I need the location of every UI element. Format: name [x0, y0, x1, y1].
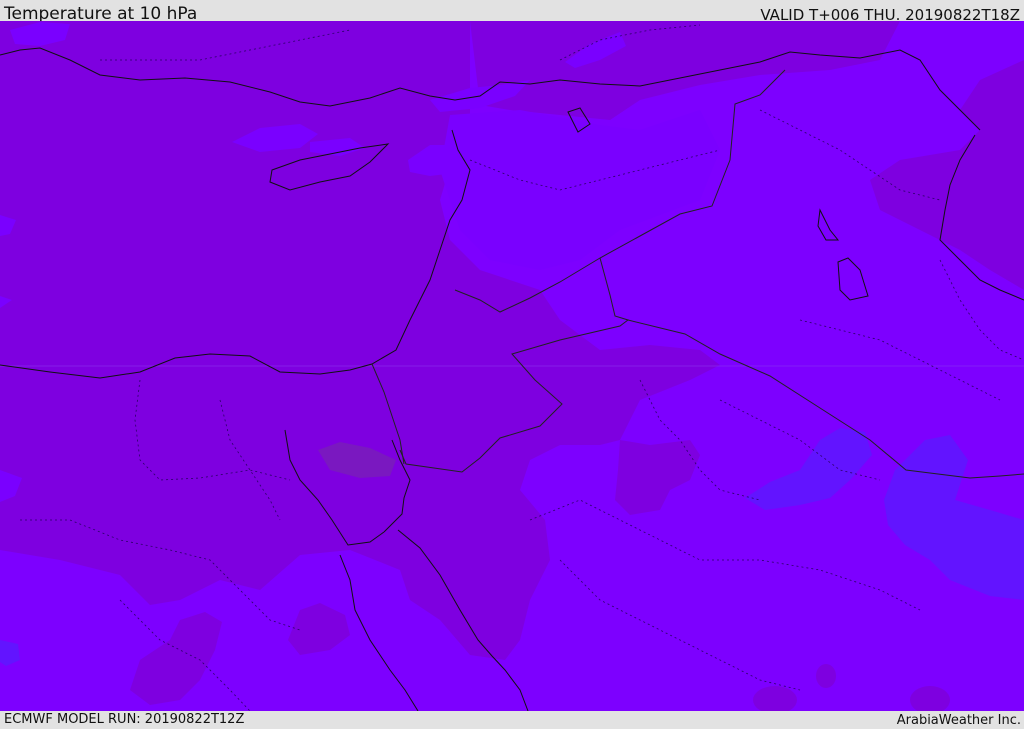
map-canvas [0, 21, 1024, 711]
warm-spot-sudan [816, 664, 836, 688]
footer-bar: ECMWF MODEL RUN: 20190822T12Z ArabiaWeat… [0, 711, 1024, 729]
header-bar: Temperature at 10 hPa VALID T+006 THU. 2… [0, 0, 1024, 24]
weather-map[interactable] [0, 21, 1024, 711]
credit-text: ArabiaWeather Inc. [896, 713, 1021, 728]
model-run: ECMWF MODEL RUN: 20190822T12Z [4, 712, 245, 727]
